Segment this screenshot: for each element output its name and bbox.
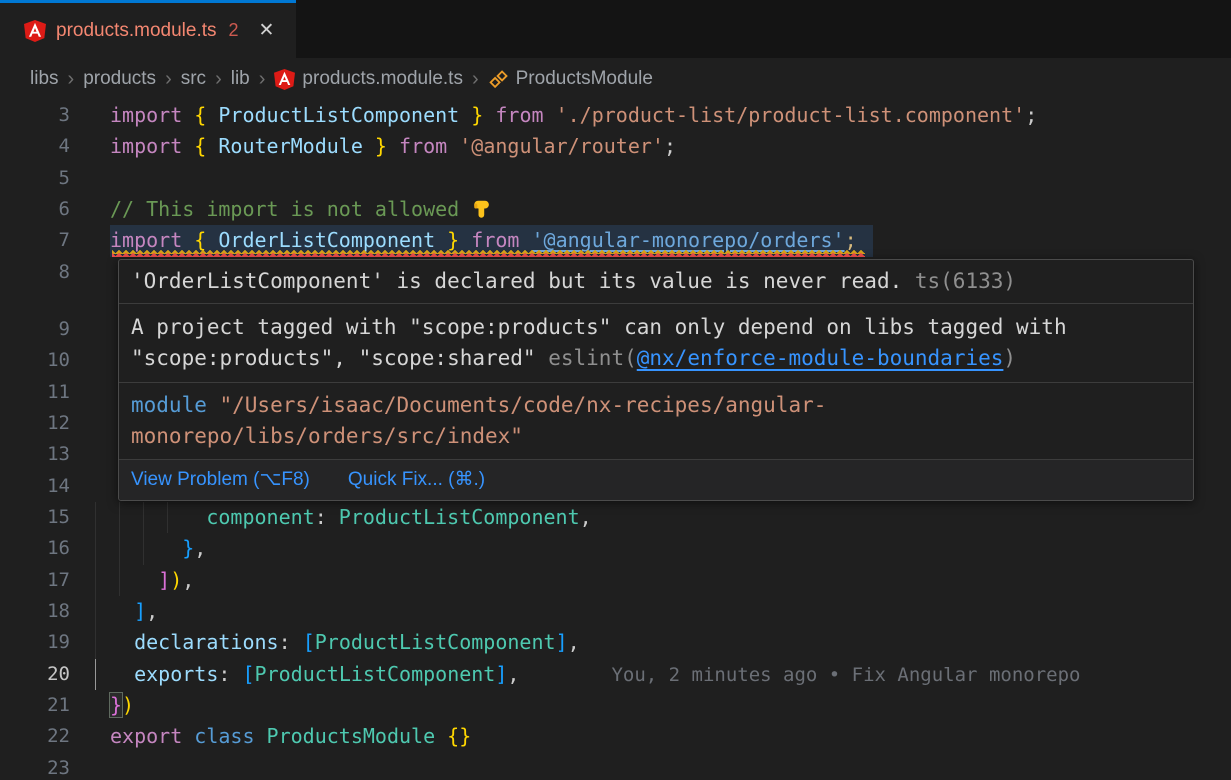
code-line-23: 23: [0, 753, 1231, 780]
line-number[interactable]: 21: [0, 690, 70, 721]
bracket-match: }: [110, 693, 122, 717]
line-number[interactable]: 9: [0, 314, 70, 345]
vscode-window: products.module.ts 2 ✕ libs › products › src…: [0, 0, 1231, 780]
code-line-3: 3import { ProductListComponent } from '.…: [0, 100, 1231, 131]
code-line-content[interactable]: [70, 753, 1231, 780]
eslint-message-line2: "scope:products", "scope:shared" eslint(…: [131, 343, 1181, 374]
code-line-4: 4import { RouterModule } from '@angular/…: [0, 131, 1231, 162]
breadcrumb-item-libs[interactable]: libs: [30, 68, 59, 90]
quick-fix-link[interactable]: Quick Fix... (⌘.): [348, 466, 485, 494]
close-icon[interactable]: ✕: [259, 19, 275, 42]
line-number[interactable]: 6: [0, 194, 70, 225]
breadcrumb-item-lib[interactable]: lib: [231, 68, 250, 90]
code-line-content[interactable]: [70, 163, 1231, 194]
module-keyword: module: [131, 393, 207, 417]
code-line-21: 21}): [0, 690, 1231, 721]
code-line-6: 6// This import is not allowed: [0, 194, 1231, 225]
breadcrumb-item-products[interactable]: products: [83, 68, 156, 90]
eslint-message-line1: A project tagged with "scope:products" c…: [131, 312, 1181, 343]
breadcrumb-item-src[interactable]: src: [181, 68, 206, 90]
code-line-5: 5: [0, 163, 1231, 194]
line-number[interactable]: 17: [0, 565, 70, 596]
pointing-down-emoji-icon: [471, 198, 493, 220]
line-number[interactable]: 4: [0, 131, 70, 162]
code-line-15: 15 component: ProductListComponent,: [0, 502, 1231, 533]
chevron-right-icon: ›: [165, 68, 172, 91]
line-number[interactable]: 20: [0, 659, 70, 690]
line-number[interactable]: 19: [0, 627, 70, 658]
class-icon: [488, 69, 509, 90]
chevron-right-icon: ›: [68, 68, 75, 91]
eslint-rule-link[interactable]: @nx/enforce-module-boundaries: [637, 346, 1004, 370]
diagnostic-ts-message: 'OrderListComponent' is declared but its…: [131, 269, 902, 293]
code-line-content[interactable]: ],: [70, 596, 1231, 627]
line-number[interactable]: 15: [0, 502, 70, 533]
code-line-16: 16 },: [0, 533, 1231, 564]
error-line-highlight: import { OrderListComponent } from '@ang…: [110, 225, 873, 256]
hover-module-info: module "/Users/isaac/Documents/code/nx-r…: [119, 383, 1193, 460]
code-line-content[interactable]: }): [70, 690, 1231, 721]
chevron-right-icon: ›: [259, 68, 266, 91]
code-line-content[interactable]: import { RouterModule } from '@angular/r…: [70, 131, 1231, 162]
breadcrumb-item-products-module-ts[interactable]: products.module.ts: [274, 68, 463, 90]
line-number[interactable]: 7: [0, 225, 70, 256]
breadcrumb: libs › products › src › lib › products.module.ts…: [0, 58, 1231, 100]
code-line-20: 20 exports: [ProductListComponent],You, …: [0, 659, 1231, 690]
line-number[interactable]: 23: [0, 753, 70, 780]
code-line-content[interactable]: declarations: [ProductListComponent],: [70, 627, 1231, 658]
code-line-7: 7 import { OrderListComponent } from '@an…: [0, 225, 1231, 256]
code-line-content[interactable]: },: [70, 533, 1231, 564]
line-number[interactable]: 10: [0, 345, 70, 376]
breadcrumb-item-productsmodule[interactable]: ProductsModule: [488, 68, 653, 90]
code-line-19: 19 declarations: [ProductListComponent],: [0, 627, 1231, 658]
hover-actions: View Problem (⌥F8) Quick Fix... (⌘.): [119, 460, 1193, 500]
line-number[interactable]: 11: [0, 377, 70, 408]
tab-title: products.module.ts: [56, 20, 217, 42]
hover-diagnostic-eslint: A project tagged with "scope:products" c…: [119, 304, 1193, 383]
code-line-22: 22export class ProductsModule {}: [0, 721, 1231, 752]
code-line-18: 18 ],: [0, 596, 1231, 627]
code-line-content[interactable]: import { ProductListComponent } from './…: [70, 100, 1231, 131]
tab-bar: products.module.ts 2 ✕: [0, 0, 1231, 58]
chevron-right-icon: ›: [472, 68, 479, 91]
code-line-content[interactable]: component: ProductListComponent,: [70, 502, 1231, 533]
line-number[interactable]: 13: [0, 439, 70, 470]
line-number[interactable]: 14: [0, 471, 70, 502]
line-number[interactable]: 22: [0, 721, 70, 752]
angular-icon: [274, 69, 295, 90]
line-number[interactable]: 3: [0, 100, 70, 131]
line-number[interactable]: 12: [0, 408, 70, 439]
angular-icon: [24, 20, 46, 42]
git-blame-annotation: You, 2 minutes ago • Fix Angular monorep…: [611, 664, 1080, 686]
view-problem-link[interactable]: View Problem (⌥F8): [131, 466, 310, 494]
code-line-17: 17 ]),: [0, 565, 1231, 596]
chevron-right-icon: ›: [215, 68, 222, 91]
tab-products-module[interactable]: products.module.ts 2 ✕: [0, 0, 296, 58]
hover-tooltip: 'OrderListComponent' is declared but its…: [118, 259, 1194, 501]
line-number[interactable]: 8: [0, 257, 70, 288]
code-line-content[interactable]: exports: [ProductListComponent],You, 2 m…: [70, 659, 1231, 690]
line-number[interactable]: 5: [0, 163, 70, 194]
code-line-content[interactable]: // This import is not allowed: [70, 194, 1231, 225]
line-number[interactable]: 16: [0, 533, 70, 564]
diagnostic-ts-source: ts(6133): [902, 269, 1016, 293]
code-line-content[interactable]: import { OrderListComponent } from '@ang…: [70, 225, 1231, 256]
code-line-content[interactable]: ]),: [70, 565, 1231, 596]
hover-diagnostic-ts: 'OrderListComponent' is declared but its…: [119, 260, 1193, 304]
line-number[interactable]: 18: [0, 596, 70, 627]
code-line-content[interactable]: export class ProductsModule {}: [70, 721, 1231, 752]
tab-error-count-badge: 2: [229, 20, 239, 41]
